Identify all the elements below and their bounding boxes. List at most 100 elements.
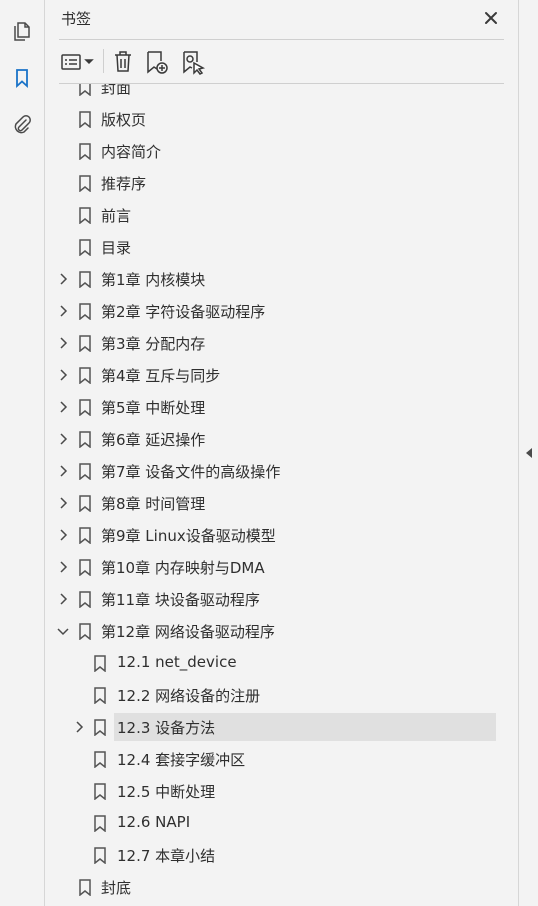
- chevron-right-icon[interactable]: [56, 336, 70, 350]
- bookmark-item[interactable]: 第5章 中断处理: [45, 391, 496, 423]
- bookmark-item[interactable]: 第4章 互斥与同步: [45, 359, 496, 391]
- bookmark-label: 第12章 网络设备驱动程序: [101, 623, 275, 641]
- bookmark-label: 内容简介: [101, 143, 162, 161]
- collapse-arrow-icon[interactable]: [524, 447, 534, 459]
- chevron-right-icon[interactable]: [56, 560, 70, 574]
- chevron-right-icon[interactable]: [56, 304, 70, 318]
- trash-icon[interactable]: [111, 48, 135, 76]
- bookmark-item[interactable]: 推荐序: [45, 167, 496, 199]
- chevron-right-icon[interactable]: [56, 368, 70, 382]
- bookmark-label: 12.3 设备方法: [117, 719, 216, 737]
- bookmark-label: 12.7 本章小结: [117, 847, 216, 865]
- bookmark-label: 封底: [101, 879, 132, 897]
- bookmark-item[interactable]: 12.2 网络设备的注册: [45, 679, 496, 711]
- bookmark-icon: [93, 847, 107, 865]
- bookmark-item[interactable]: 第7章 设备文件的高级操作: [45, 455, 496, 487]
- chevron-right-icon[interactable]: [56, 464, 70, 478]
- chevron-right-icon[interactable]: [56, 432, 70, 446]
- bookmark-icon: [78, 431, 92, 449]
- bookmark-item[interactable]: 第6章 延迟操作: [45, 423, 496, 455]
- bookmark-label: 前言: [101, 207, 132, 225]
- panel-title: 书签: [61, 10, 92, 28]
- bookmark-icon: [78, 527, 92, 545]
- bookmark-icon: [78, 623, 92, 641]
- bookmark-item[interactable]: 12.6 NAPI: [45, 807, 496, 839]
- bookmark-item[interactable]: 内容简介: [45, 135, 496, 167]
- bookmark-label: 第9章 Linux设备驱动模型: [101, 527, 276, 545]
- bookmark-label: 第3章 分配内存: [101, 335, 206, 353]
- bookmark-item[interactable]: 第10章 内存映射与DMA: [45, 551, 496, 583]
- bookmark-label: 第4章 互斥与同步: [101, 367, 221, 385]
- bookmark-icon: [93, 719, 107, 737]
- bookmark-icon: [78, 559, 92, 577]
- bookmark-icon: [78, 463, 92, 481]
- bookmark-label: 第1章 内核模块: [101, 271, 206, 289]
- bookmark-label: 12.6 NAPI: [117, 813, 191, 831]
- panel-header: 书签: [45, 0, 518, 38]
- bookmark-label: 封面: [101, 84, 132, 97]
- bookmark-label: 12.2 网络设备的注册: [117, 687, 261, 705]
- bookmark-item[interactable]: 版权页: [45, 103, 496, 135]
- bookmark-icon: [78, 239, 92, 257]
- bookmark-label: 12.5 中断处理: [117, 783, 216, 801]
- list-options-icon[interactable]: [59, 48, 99, 76]
- bookmark-icon: [93, 815, 107, 833]
- chevron-right-icon[interactable]: [56, 528, 70, 542]
- bookmark-item[interactable]: 第12章 网络设备驱动程序: [45, 615, 496, 647]
- bookmark-item[interactable]: 12.1 net_device: [45, 647, 496, 679]
- bookmark-from-structure-icon[interactable]: [180, 48, 206, 76]
- bookmark-label: 目录: [101, 239, 132, 257]
- chevron-right-icon[interactable]: [56, 496, 70, 510]
- bookmark-icon: [78, 111, 92, 129]
- bookmark-icon: [93, 687, 107, 705]
- bookmark-label: 12.1 net_device: [117, 653, 237, 671]
- bookmark-label: 第7章 设备文件的高级操作: [101, 463, 281, 481]
- panel-splitter[interactable]: [518, 0, 538, 906]
- bookmark-tree-content: 封面版权页内容简介推荐序前言目录第1章 内核模块第2章 字符设备驱动程序 第3章 …: [45, 84, 496, 903]
- navigation-rail: [0, 0, 45, 906]
- bookmark-item[interactable]: 第3章 分配内存: [45, 327, 496, 359]
- bookmark-icon: [78, 143, 92, 161]
- bookmark-item[interactable]: 第8章 时间管理: [45, 487, 496, 519]
- chevron-right-icon[interactable]: [56, 592, 70, 606]
- bookmark-item[interactable]: 第1章 内核模块: [45, 263, 496, 295]
- bookmark-icon: [93, 751, 107, 769]
- bookmark-icon: [78, 879, 92, 897]
- chevron-right-icon[interactable]: [72, 720, 86, 734]
- bookmark-item[interactable]: 12.5 中断处理: [45, 775, 496, 807]
- bookmark-icon: [93, 655, 107, 673]
- bookmark-icon: [78, 591, 92, 609]
- chevron-right-icon[interactable]: [56, 400, 70, 414]
- bookmark-icon: [78, 335, 92, 353]
- bookmark-item[interactable]: 封面: [45, 84, 496, 103]
- bookmark-icon: [78, 271, 92, 289]
- pages-icon[interactable]: [8, 18, 36, 46]
- bookmark-item[interactable]: 目录: [45, 231, 496, 263]
- bookmark-icon: [78, 207, 92, 225]
- bookmark-icon: [78, 399, 92, 417]
- bookmark-item[interactable]: 第11章 块设备驱动程序: [45, 583, 496, 615]
- paperclip-icon[interactable]: [8, 110, 36, 138]
- close-icon[interactable]: [481, 8, 501, 28]
- bookmarks-pane-window: 书签 封面 版权页 内容简介 推荐序 前言 目录 第1章 内核模块 第2章 字符…: [0, 0, 538, 906]
- bookmark-item[interactable]: 第2章 字符设备驱动程序: [45, 295, 496, 327]
- bookmark-label: 第2章 字符设备驱动程序: [101, 303, 266, 321]
- bookmark-tree: 封面版权页内容简介推荐序前言目录第1章 内核模块第2章 字符设备驱动程序 第3章 …: [45, 84, 496, 906]
- bookmark-item[interactable]: 封底: [45, 871, 496, 903]
- bookmark-icon: [78, 84, 92, 97]
- new-bookmark-icon[interactable]: [144, 48, 170, 76]
- bookmark-item[interactable]: 12.4 套接字缓冲区: [45, 743, 496, 775]
- bookmark-item[interactable]: 12.7 本章小结: [45, 839, 496, 871]
- bookmark-item[interactable]: 前言: [45, 199, 496, 231]
- bookmark-item[interactable]: 12.3 设备方法: [45, 711, 496, 743]
- bookmark-label: 第8章 时间管理: [101, 495, 206, 513]
- bookmark-label: 第11章 块设备驱动程序: [101, 591, 260, 609]
- bookmark-icon: [93, 783, 107, 801]
- chevron-right-icon[interactable]: [56, 272, 70, 286]
- bookmark-icon[interactable]: [8, 64, 36, 92]
- bookmarks-panel: 书签 封面 版权页 内容简介 推荐序 前言 目录 第1章 内核模块 第2章 字符…: [45, 0, 518, 906]
- bookmark-item[interactable]: 第9章 Linux设备驱动模型: [45, 519, 496, 551]
- bookmark-icon: [78, 367, 92, 385]
- chevron-down-icon[interactable]: [56, 624, 70, 638]
- bookmark-label: 12.4 套接字缓冲区: [117, 751, 246, 769]
